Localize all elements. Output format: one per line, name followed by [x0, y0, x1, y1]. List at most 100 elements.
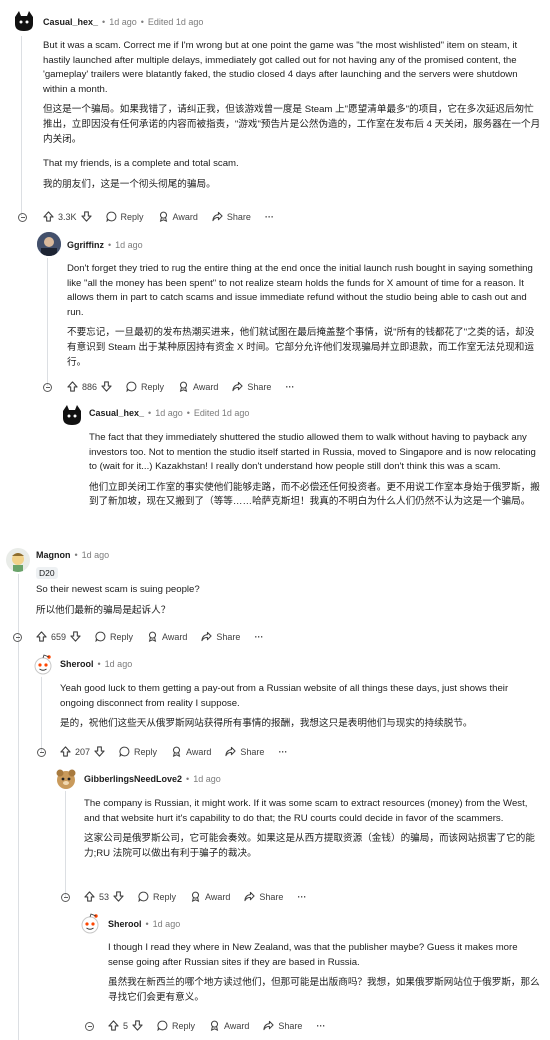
award-button[interactable]: Award	[147, 631, 187, 642]
author-name[interactable]: Casual_hex_	[89, 408, 144, 418]
reply-label: Reply	[141, 381, 165, 392]
more-options-button[interactable]: ···	[285, 382, 294, 392]
timestamp[interactable]: 1d ago	[153, 919, 181, 929]
more-options-button[interactable]: ···	[278, 747, 287, 757]
comment-icon	[119, 746, 130, 757]
share-button[interactable]: Share	[225, 746, 264, 757]
comment-body: The company is Russian, it might work. I…	[84, 797, 541, 867]
share-button[interactable]: Share	[263, 1020, 302, 1031]
action-bar: 886 Reply Award Share ···	[67, 381, 308, 392]
action-bar: 5 Reply Award Share ···	[108, 1020, 339, 1031]
author-name[interactable]: Magnon	[36, 550, 71, 560]
award-icon	[172, 746, 181, 757]
author-name[interactable]: GibberlingsNeedLove2	[84, 774, 182, 784]
vote-count: 5	[123, 1020, 129, 1031]
upvote-icon[interactable]	[67, 381, 78, 392]
separator-dot: •	[186, 774, 190, 784]
award-label: Award	[172, 211, 198, 222]
avatar[interactable]	[12, 9, 36, 33]
award-button[interactable]: Award	[209, 1020, 249, 1031]
award-icon	[159, 211, 167, 222]
downvote-icon[interactable]	[101, 381, 112, 392]
award-button[interactable]: Award	[178, 381, 218, 392]
collapse-button[interactable]	[85, 1022, 94, 1031]
avatar[interactable]	[60, 403, 84, 427]
timestamp[interactable]: 1d ago	[193, 774, 221, 784]
author-name[interactable]: Ggriffinz	[67, 240, 104, 250]
avatar[interactable]	[6, 548, 30, 572]
collapse-button[interactable]	[37, 748, 46, 757]
thread-line[interactable]	[65, 787, 66, 897]
avatar[interactable]	[31, 653, 55, 677]
award-button[interactable]: Award	[171, 746, 211, 757]
upvote-icon[interactable]	[36, 631, 47, 642]
reply-button[interactable]: Reply	[119, 746, 157, 757]
more-options-button[interactable]: ···	[254, 632, 263, 642]
comment-text: I though I read they where in New Zealan…	[108, 942, 518, 968]
collapse-button[interactable]	[13, 633, 22, 642]
timestamp[interactable]: 1d ago	[155, 408, 183, 418]
comment-icon	[157, 1020, 168, 1031]
more-options-button[interactable]: ···	[265, 212, 274, 222]
collapse-button[interactable]	[18, 213, 27, 222]
downvote-icon[interactable]	[113, 891, 124, 902]
downvote-icon[interactable]	[132, 1020, 143, 1031]
thread-line[interactable]	[41, 676, 42, 752]
timestamp[interactable]: 1d ago	[109, 17, 137, 27]
share-button[interactable]: Share	[232, 381, 271, 392]
comment-text: But it was a scam. Correct me if I'm wro…	[43, 40, 518, 95]
thread-line[interactable]	[21, 36, 22, 216]
reply-button[interactable]: Reply	[95, 631, 133, 642]
timestamp[interactable]: 1d ago	[82, 550, 110, 560]
collapse-button[interactable]	[43, 383, 52, 392]
avatar[interactable]	[54, 767, 78, 791]
author-name[interactable]: Sherool	[60, 659, 94, 669]
reply-label: Reply	[172, 1020, 196, 1031]
reply-button[interactable]: Reply	[138, 891, 176, 902]
comment-text: 虽然我在新西兰的哪个地方读过他们，但那可能是出版商吗？我想，如果俄罗斯网站位于俄…	[108, 977, 540, 1003]
share-button[interactable]: Share	[212, 211, 251, 222]
timestamp[interactable]: 1d ago	[115, 240, 143, 250]
author-name[interactable]: Sherool	[108, 919, 142, 929]
action-bar: 3.3K Reply Award Share ···	[43, 211, 288, 222]
collapse-button[interactable]	[61, 893, 70, 902]
share-button[interactable]: Share	[244, 891, 283, 902]
upvote-icon[interactable]	[84, 891, 95, 902]
award-icon	[191, 891, 200, 902]
vote-count: 659	[51, 631, 67, 642]
downvote-icon[interactable]	[80, 211, 92, 222]
comment-body: The fact that they immediately shuttered…	[89, 431, 541, 516]
comment-text: 不要忘记，一旦最初的发布热潮买进来，他们就试图在最后掩盖整个事情，说"所有的钱都…	[67, 327, 535, 368]
share-label: Share	[278, 1020, 303, 1031]
comment-body: But it was a scam. Correct me if I'm wro…	[43, 39, 541, 198]
separator-dot: •	[145, 919, 149, 929]
award-button[interactable]: Award	[158, 211, 198, 222]
share-button[interactable]: Share	[201, 631, 240, 642]
downvote-icon[interactable]	[70, 631, 81, 642]
vote-count: 3.3K	[58, 211, 77, 222]
more-options-button[interactable]: ···	[297, 892, 306, 902]
author-name[interactable]: Casual_hex_	[43, 17, 98, 27]
upvote-icon[interactable]	[108, 1020, 119, 1031]
comment-text: The company is Russian, it might work. I…	[84, 798, 528, 824]
thread-line[interactable]	[18, 574, 19, 1040]
share-label: Share	[226, 211, 251, 222]
separator-dot: •	[148, 408, 152, 418]
timestamp[interactable]: 1d ago	[105, 659, 133, 669]
avatar[interactable]	[37, 232, 61, 256]
reply-button[interactable]: Reply	[105, 211, 144, 222]
avatar[interactable]	[78, 912, 102, 936]
thread-line[interactable]	[47, 258, 48, 386]
award-label: Award	[205, 891, 231, 902]
separator-dot: •	[97, 659, 101, 669]
downvote-icon[interactable]	[94, 746, 105, 757]
reply-button[interactable]: Reply	[157, 1020, 195, 1031]
more-options-button[interactable]: ···	[316, 1021, 325, 1031]
comment-body: So their newest scam is suing people? 所以…	[36, 583, 541, 624]
upvote-icon[interactable]	[43, 211, 54, 222]
upvote-icon[interactable]	[60, 746, 71, 757]
edited-label: Edited 1d ago	[193, 408, 250, 418]
award-button[interactable]: Award	[190, 891, 230, 902]
reply-button[interactable]: Reply	[126, 381, 164, 392]
share-label: Share	[247, 381, 272, 392]
